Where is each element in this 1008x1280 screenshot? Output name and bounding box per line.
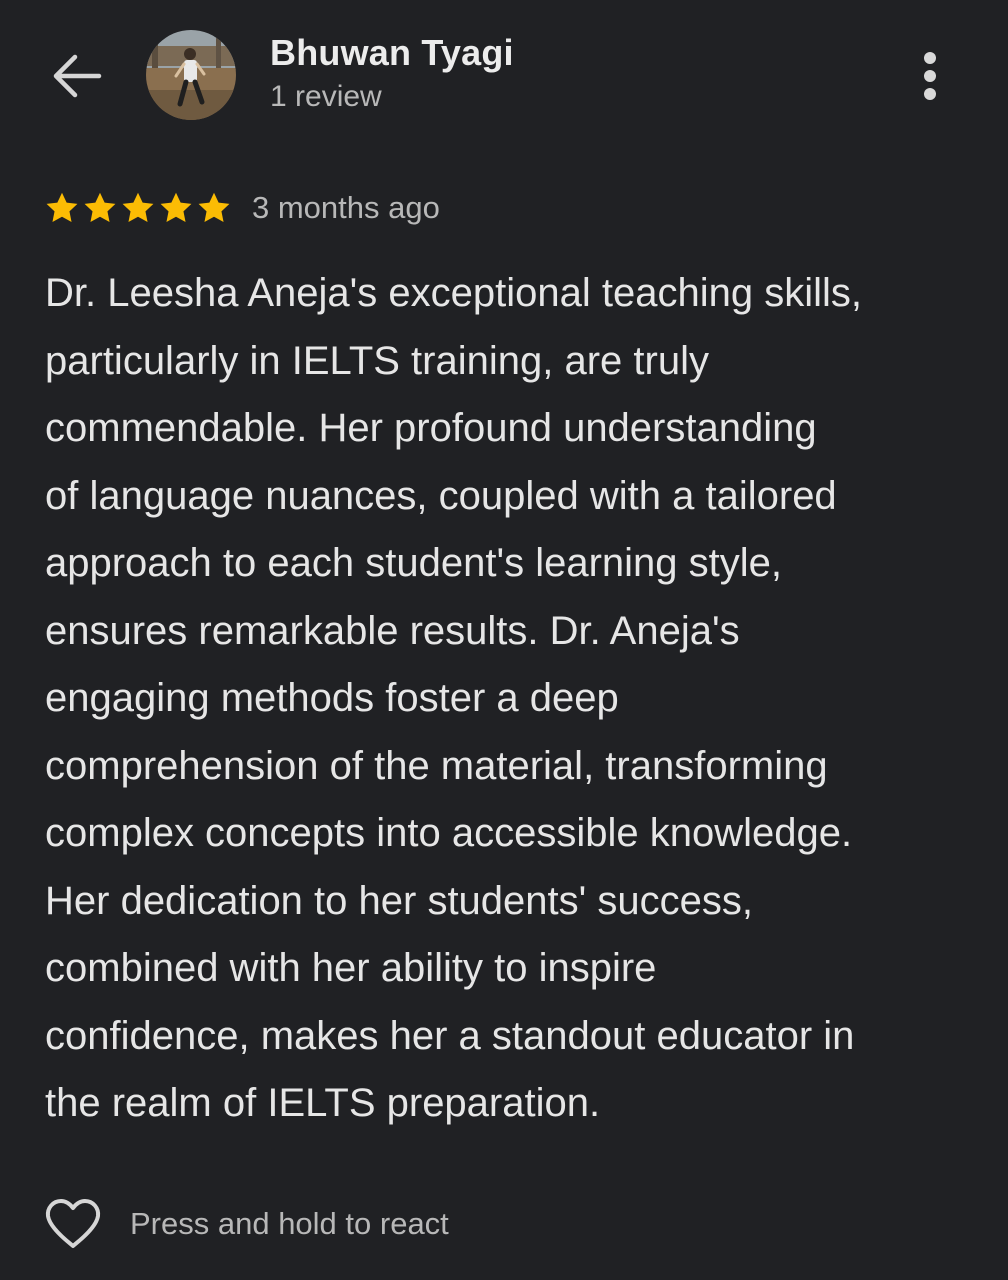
review-text-line: particularly in IELTS training, are trul… [45, 338, 709, 383]
more-options-button[interactable] [904, 46, 956, 106]
review-screen: Bhuwan Tyagi 1 review 3 months ago Dr. L… [0, 0, 1008, 1280]
review-text-line: Her dedication to her students' success, [45, 878, 754, 923]
review-text-line: comprehension of the material, transform… [45, 743, 828, 788]
avatar-photo [146, 30, 236, 120]
back-button[interactable] [46, 48, 108, 104]
react-button[interactable]: Press and hold to react [44, 1194, 449, 1254]
review-text-line: Dr. Leesha Aneja's exceptional teaching … [45, 271, 863, 315]
review-text-line: of language nuances, coupled with a tail… [45, 473, 837, 518]
arrow-left-icon [53, 54, 102, 98]
star-icon [160, 192, 192, 223]
react-label: Press and hold to react [130, 1206, 449, 1241]
more-dot [924, 88, 936, 100]
reviewer-name[interactable]: Bhuwan Tyagi [270, 32, 514, 74]
star-rating [44, 190, 232, 226]
avatar[interactable] [146, 30, 236, 120]
star-icon [198, 192, 230, 223]
rating-row: 3 months ago [44, 186, 440, 230]
review-text-line: combined with her ability to inspire [45, 946, 657, 990]
heart-outline-icon [45, 1199, 101, 1248]
review-text-line: complex concepts into accessible knowled… [45, 811, 853, 855]
review-text: Dr. Leesha Aneja's exceptional teaching … [45, 260, 975, 1138]
review-date: 3 months ago [252, 190, 440, 225]
review-text-line: confidence, makes her a standout educato… [45, 1013, 855, 1058]
review-text-line: the realm of IELTS preparation. [45, 1081, 601, 1125]
review-text-line: engaging methods foster a deep [45, 676, 619, 720]
more-dot [924, 70, 936, 82]
star-icon [122, 192, 154, 223]
more-vertical-icon [924, 52, 936, 64]
star-icon [84, 192, 116, 223]
review-text-line: commendable. Her profound understanding [45, 406, 817, 450]
review-text-line: approach to each student's learning styl… [45, 541, 782, 585]
review-count: 1 review [270, 80, 382, 113]
review-text-line: ensures remarkable results. Dr. Aneja's [45, 608, 740, 653]
star-icon [46, 192, 78, 223]
